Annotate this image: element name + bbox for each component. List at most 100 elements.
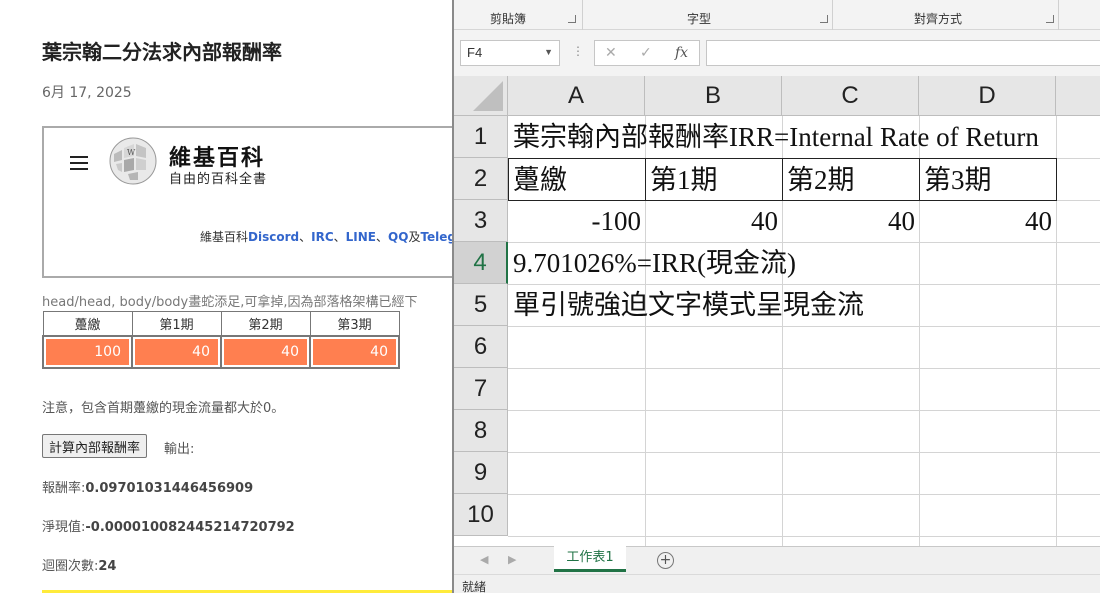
line-link[interactable]: LINE bbox=[346, 230, 376, 244]
sheet-tab-1[interactable]: 工作表1 bbox=[554, 546, 626, 572]
post-card: 葉宗翰二分法求內部報酬率 6月 17, 2025 W 維基百科 自由的百科全書 … bbox=[0, 0, 452, 593]
scroll-left-icon[interactable]: ◀ bbox=[480, 553, 488, 566]
gridline bbox=[508, 368, 1100, 369]
input-cell-period-2[interactable]: 40 bbox=[220, 334, 311, 369]
cell-a1[interactable]: 葉宗翰內部報酬率IRR=Internal Rate of Return bbox=[509, 116, 1100, 158]
calculate-irr-button[interactable]: 計算內部報酬率 bbox=[42, 434, 148, 458]
insert-function-icon[interactable]: fx bbox=[675, 45, 688, 61]
separator: 、 bbox=[299, 230, 312, 244]
enter-icon[interactable]: ✓ bbox=[640, 45, 652, 61]
discord-link[interactable]: Discord bbox=[248, 230, 299, 244]
column-header-c[interactable]: C bbox=[782, 76, 919, 116]
gridline bbox=[508, 494, 1100, 495]
cell-b2[interactable]: 第1期 bbox=[646, 159, 781, 201]
cashflow-input[interactable]: 40 bbox=[313, 338, 396, 365]
result-rate: 報酬率:0.09701031446456909 bbox=[42, 477, 253, 496]
scroll-right-icon[interactable]: ▶ bbox=[508, 553, 516, 566]
ribbon-separator bbox=[832, 0, 833, 30]
formula-buttons: ✕ ✓ fx bbox=[594, 40, 700, 66]
cashflow-table: 躉繳 第1期 第2期 第3期 100 40 40 40 bbox=[42, 311, 400, 369]
cashflow-input[interactable]: 40 bbox=[135, 338, 218, 365]
telegram-link[interactable]: Teleg bbox=[420, 230, 452, 244]
status-bar: 就緒 bbox=[454, 574, 1100, 593]
header-lump-sum: 躉繳 bbox=[42, 311, 133, 336]
row-header-1[interactable]: 1 bbox=[454, 116, 508, 158]
loop-label: 迴圈次數: bbox=[42, 559, 99, 574]
formula-input[interactable] bbox=[706, 40, 1100, 66]
font-dialog-launcher-icon[interactable] bbox=[820, 15, 828, 23]
wikipedia-embed: W 維基百科 自由的百科全書 維基百科Discord、IRC、LINE、QQ及T… bbox=[42, 126, 452, 278]
ribbon-group-alignment: 對齊方式 bbox=[914, 12, 963, 26]
row-header-10[interactable]: 10 bbox=[454, 494, 508, 536]
header-period-1: 第1期 bbox=[131, 311, 222, 336]
spreadsheet-grid[interactable]: A B C D 1 2 3 4 5 6 7 8 9 10 葉宗翰內部報酬率IRR… bbox=[454, 76, 1100, 546]
community-links: 維基百科Discord、IRC、LINE、QQ及Teleg bbox=[200, 228, 452, 245]
qq-link[interactable]: QQ bbox=[388, 230, 408, 244]
status-ready: 就緒 bbox=[462, 580, 487, 593]
row-header-7[interactable]: 7 bbox=[454, 368, 508, 410]
result-loops: 迴圈次數:24 bbox=[42, 555, 116, 574]
links-prefix: 維基百科 bbox=[200, 230, 249, 244]
cashflow-input[interactable]: 100 bbox=[46, 338, 129, 365]
row-header-9[interactable]: 9 bbox=[454, 452, 508, 494]
name-box[interactable]: F4 ▼ bbox=[460, 40, 560, 66]
note-positive-cashflow: 注意，包含首期躉繳的現金流量都大於0。 bbox=[42, 401, 285, 416]
cell-d3[interactable]: 40 bbox=[920, 200, 1056, 242]
irc-link[interactable]: IRC bbox=[311, 230, 334, 244]
row-header-5[interactable]: 5 bbox=[454, 284, 508, 326]
separator: 、 bbox=[376, 230, 389, 244]
wikipedia-globe-icon: W bbox=[109, 137, 157, 185]
cell-d2[interactable]: 第3期 bbox=[920, 159, 1055, 201]
ribbon-separator bbox=[1058, 0, 1059, 30]
cell-b3[interactable]: 40 bbox=[646, 200, 782, 242]
wikipedia-tagline: 自由的百科全書 bbox=[169, 172, 268, 187]
row-header-8[interactable]: 8 bbox=[454, 410, 508, 452]
row-header-3[interactable]: 3 bbox=[454, 200, 508, 242]
ribbon-separator bbox=[582, 0, 583, 30]
cell-c2[interactable]: 第2期 bbox=[783, 159, 918, 201]
column-header-a[interactable]: A bbox=[508, 76, 645, 116]
cell-c3[interactable]: 40 bbox=[783, 200, 919, 242]
blog-pane: 葉宗翰二分法求內部報酬率 6月 17, 2025 W 維基百科 自由的百科全書 … bbox=[0, 0, 452, 593]
result-npv: 淨現值:-0.000010082445214720792 bbox=[42, 516, 295, 535]
header-period-3: 第3期 bbox=[309, 311, 400, 336]
row-header-2[interactable]: 2 bbox=[454, 158, 508, 200]
header-period-2: 第2期 bbox=[220, 311, 311, 336]
ribbon-group-clipboard: 剪貼簿 bbox=[490, 12, 527, 26]
column-header-d[interactable]: D bbox=[919, 76, 1056, 116]
formula-bar: F4 ▼ ⋮ ✕ ✓ fx bbox=[454, 30, 1100, 76]
cell-a4[interactable]: 9.701026%=IRR(現金流) bbox=[509, 242, 919, 284]
row-header-6[interactable]: 6 bbox=[454, 326, 508, 368]
add-sheet-icon[interactable]: + bbox=[657, 552, 674, 569]
clipboard-dialog-launcher-icon[interactable] bbox=[568, 15, 576, 23]
cancel-icon[interactable]: ✕ bbox=[605, 45, 617, 61]
npv-label: 淨現值: bbox=[42, 520, 86, 535]
column-header-b[interactable]: B bbox=[645, 76, 782, 116]
alignment-dialog-launcher-icon[interactable] bbox=[1046, 15, 1054, 23]
sheet-tab-bar: ◀ ▶ 工作表1 + bbox=[454, 546, 1100, 574]
svg-text:W: W bbox=[127, 148, 136, 157]
gridline bbox=[508, 410, 1100, 411]
ribbon-group-font: 字型 bbox=[687, 12, 712, 26]
menu-icon[interactable] bbox=[70, 156, 88, 170]
post-title: 葉宗翰二分法求內部報酬率 bbox=[42, 40, 282, 64]
cell-a3[interactable]: -100 bbox=[509, 200, 645, 242]
chevron-down-icon[interactable]: ▼ bbox=[544, 47, 553, 57]
gridline bbox=[508, 452, 1100, 453]
loop-value: 24 bbox=[98, 559, 117, 574]
row-header-4[interactable]: 4 bbox=[454, 242, 508, 284]
more-options-icon[interactable]: ⋮ bbox=[572, 44, 584, 58]
column-header-e[interactable] bbox=[1056, 76, 1100, 116]
input-cell-period-1[interactable]: 40 bbox=[131, 334, 222, 369]
conjunction: 及 bbox=[408, 230, 421, 244]
gridline bbox=[508, 326, 1100, 327]
rate-value: 0.09701031446456909 bbox=[85, 481, 254, 496]
cell-a2[interactable]: 躉繳 bbox=[509, 159, 644, 201]
separator: 、 bbox=[333, 230, 346, 244]
cashflow-input[interactable]: 40 bbox=[224, 338, 307, 365]
npv-value: -0.000010082445214720792 bbox=[85, 520, 295, 535]
select-all-button[interactable] bbox=[454, 76, 508, 116]
input-cell-lump-sum[interactable]: 100 bbox=[42, 334, 133, 369]
input-cell-period-3[interactable]: 40 bbox=[309, 334, 400, 369]
cell-a5[interactable]: 單引號強迫文字模式呈現金流 bbox=[509, 284, 1009, 326]
